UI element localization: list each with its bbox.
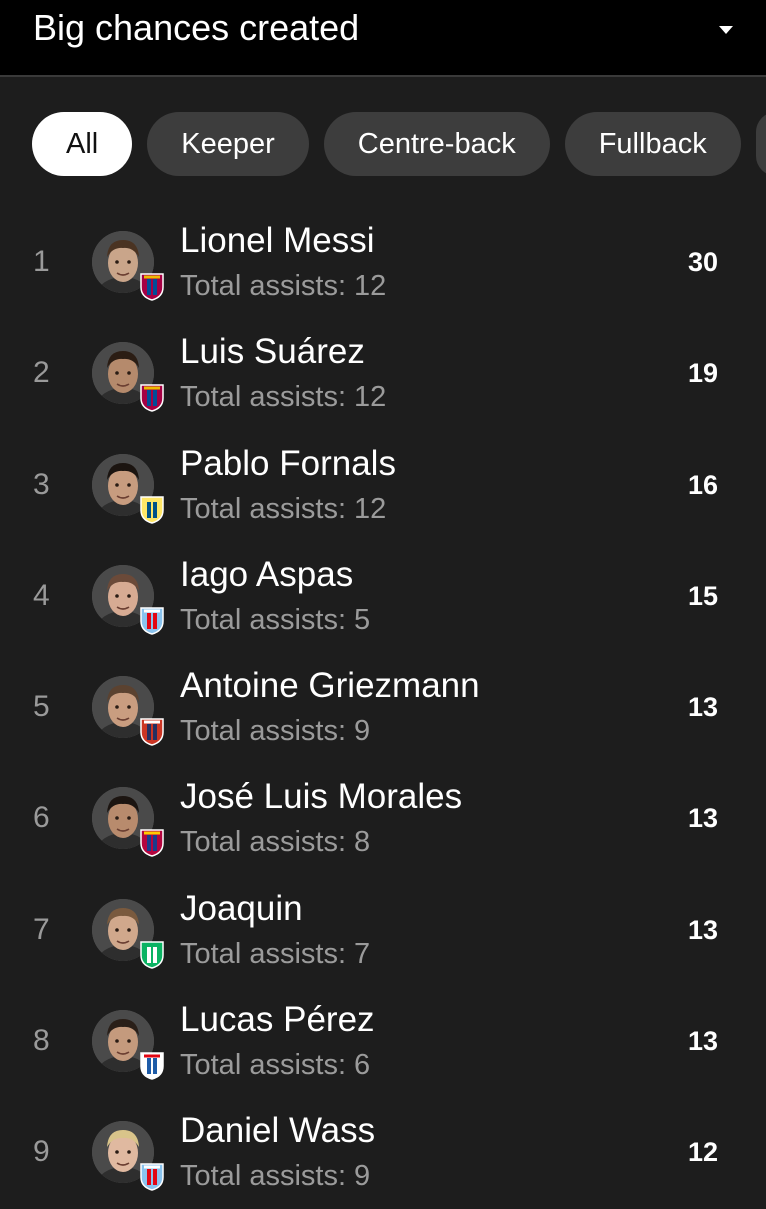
player-rank: 7 xyxy=(33,912,50,946)
player-total-assists: Total assists: 12 xyxy=(180,270,387,302)
big-chances-value: 30 xyxy=(687,247,718,277)
player-rank: 8 xyxy=(33,1024,50,1058)
player-row[interactable]: 9 Daniel Wass Total assists: 9 12 xyxy=(0,1097,766,1208)
betis-crest-icon xyxy=(138,939,166,969)
player-rank: 9 xyxy=(33,1135,50,1169)
celta-crest-icon xyxy=(138,1161,166,1192)
player-row[interactable]: 7 Joaquin Total assists: 7 13 xyxy=(0,875,766,986)
player-total-assists: Total assists: 9 xyxy=(180,1160,371,1193)
deportivo-crest-icon xyxy=(138,1050,166,1080)
player-total-assists: Total assists: 6 xyxy=(180,1049,371,1082)
player-name: Lionel Messi xyxy=(180,221,375,260)
player-rank: 1 xyxy=(33,245,50,278)
player-total-assists: Total assists: 8 xyxy=(180,826,371,859)
levante-crest-icon xyxy=(138,827,166,858)
player-name: Daniel Wass xyxy=(180,1111,376,1151)
player-name: Iago Aspas xyxy=(180,554,354,594)
big-chances-value: 12 xyxy=(687,1137,718,1168)
player-total-assists: Total assists: 5 xyxy=(180,603,371,636)
dropdown-caret-icon[interactable] xyxy=(718,24,734,36)
celta-crest-icon xyxy=(138,605,166,635)
player-ranking-list: 1 Lionel Messi Total assists: 12 30 2 Luis Su… xyxy=(0,207,766,1209)
atletico-crest-icon xyxy=(138,716,166,746)
big-chances-value: 15 xyxy=(687,580,718,611)
player-rank: 3 xyxy=(33,467,50,501)
player-row[interactable]: 5 Antoine Griezmann Total assists: 9 13 xyxy=(0,652,766,763)
big-chances-value: 13 xyxy=(687,914,718,945)
big-chances-value: 13 xyxy=(687,692,718,723)
player-row[interactable]: 8 Lucas Pérez Total assists: 6 13 xyxy=(0,986,766,1097)
barcelona-crest-icon xyxy=(138,382,166,413)
player-row[interactable]: 1 Lionel Messi Total assists: 12 30 xyxy=(0,207,766,318)
filter-chip-all[interactable]: All xyxy=(32,112,133,176)
player-rank: 5 xyxy=(33,690,50,724)
filter-chip-fullback[interactable]: Fullback xyxy=(564,112,741,176)
big-chances-value: 13 xyxy=(687,1026,718,1057)
header-bar: Big chances created xyxy=(0,0,766,77)
player-name: Antoine Griezmann xyxy=(180,666,480,706)
player-rank: 4 xyxy=(33,578,50,612)
player-name: Joaquin xyxy=(180,888,303,928)
page-title: Big chances created xyxy=(33,7,360,48)
barcelona-crest-icon xyxy=(138,271,166,301)
player-name: Lucas Pérez xyxy=(180,1000,375,1040)
player-name: José Luis Morales xyxy=(180,777,463,817)
player-total-assists: Total assists: 12 xyxy=(180,492,387,525)
player-total-assists: Total assists: 12 xyxy=(180,381,387,414)
player-name: Pablo Fornals xyxy=(180,443,396,483)
filter-chip-centre-back[interactable]: Centre-back xyxy=(323,112,550,176)
big-chances-value: 13 xyxy=(687,803,718,834)
player-name: Luis Suárez xyxy=(180,332,365,372)
player-row[interactable]: 2 Luis Suárez Total assists: 12 19 xyxy=(0,318,766,429)
big-chances-value: 16 xyxy=(687,469,718,500)
player-row[interactable]: 3 Pablo Fornals Total assists: 12 16 xyxy=(0,430,766,541)
big-chances-value: 19 xyxy=(687,358,718,389)
player-row[interactable]: 4 Iago Aspas Total assists: 5 15 xyxy=(0,541,766,652)
player-row[interactable]: 6 José Luis Morales Total assists: 8 13 xyxy=(0,763,766,874)
player-rank: 2 xyxy=(33,356,50,390)
player-total-assists: Total assists: 9 xyxy=(180,715,371,748)
player-total-assists: Total assists: 7 xyxy=(180,937,371,970)
player-rank: 6 xyxy=(33,801,50,835)
villarreal-crest-icon xyxy=(138,494,166,524)
filter-chip-keeper[interactable]: Keeper xyxy=(147,112,309,176)
position-filter-chips: All Keeper Centre-back Fullback xyxy=(32,112,766,176)
filter-chip-more[interactable] xyxy=(755,112,766,176)
